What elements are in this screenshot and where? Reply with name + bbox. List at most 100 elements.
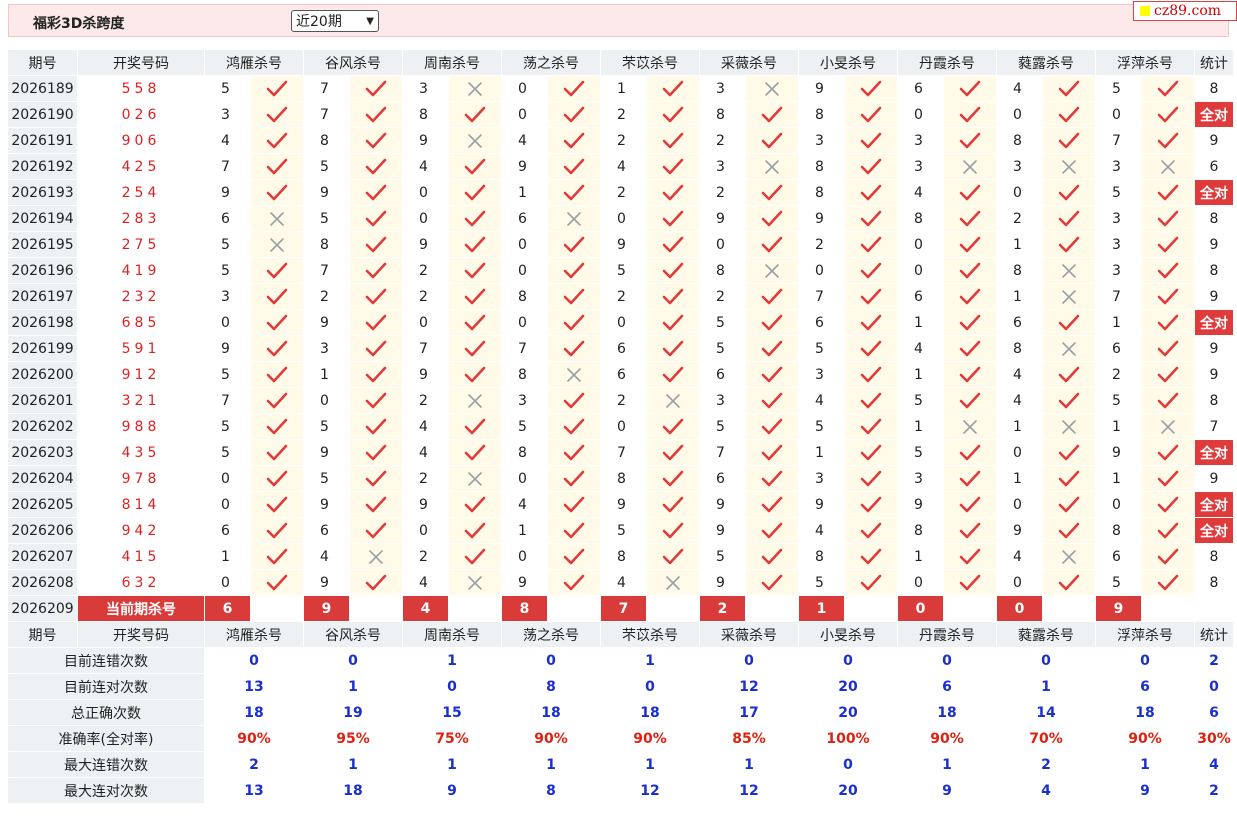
check-icon <box>746 184 798 202</box>
check-icon <box>350 236 402 254</box>
issue-cell: 2026200 <box>8 362 77 387</box>
summary-stat: 2 <box>1195 648 1233 673</box>
stat-cell: 全对 <box>1195 518 1233 543</box>
summary-stat: 6 <box>1195 700 1233 725</box>
check-icon <box>845 392 897 410</box>
kill-number: 9 <box>700 518 745 543</box>
stat-cell: 9 <box>1195 232 1233 257</box>
result-right <box>350 310 402 335</box>
period-select[interactable]: 近20期 ▼ <box>291 10 379 32</box>
issue-cell: 2026201 <box>8 388 77 413</box>
result-wrong <box>1043 336 1095 361</box>
result-right <box>350 206 402 231</box>
col-header-expert: 芣苡杀号 <box>601 50 699 75</box>
check-icon <box>845 236 897 254</box>
col-header-expert: 采薇杀号 <box>700 50 798 75</box>
issue-cell: 2026190 <box>8 102 77 127</box>
check-icon <box>746 574 798 592</box>
check-icon <box>251 340 303 358</box>
kill-number: 3 <box>700 388 745 413</box>
summary-row: 最大连对次数 13 18 9 8 12 12 20 9 4 9 2 <box>8 778 1233 803</box>
kill-number: 6 <box>1096 544 1141 569</box>
issue-cell: 2026196 <box>8 258 77 283</box>
kill-number: 4 <box>502 128 547 153</box>
summary-value: 12 <box>601 778 699 803</box>
current-kill-number: 4 <box>403 596 448 621</box>
kill-number: 9 <box>304 492 349 517</box>
result-right <box>647 466 699 491</box>
logo-square-icon <box>1140 6 1150 16</box>
check-icon <box>449 236 501 254</box>
kill-number: 0 <box>700 232 745 257</box>
table-row: 2026199 591 9 3 7 7 6 5 5 4 8 6 9 <box>8 336 1233 361</box>
check-icon <box>548 236 600 254</box>
result-right <box>449 544 501 569</box>
result-right <box>647 128 699 153</box>
result-wrong <box>251 206 303 231</box>
kill-number: 6 <box>997 310 1042 335</box>
issue-cell: 2026194 <box>8 206 77 231</box>
kill-number: 2 <box>700 180 745 205</box>
kill-number: 7 <box>799 284 844 309</box>
kill-number: 9 <box>304 570 349 595</box>
check-icon <box>449 418 501 436</box>
kill-number: 8 <box>799 180 844 205</box>
result-wrong <box>1142 414 1194 439</box>
kill-number: 7 <box>205 154 250 179</box>
result-right <box>1043 518 1095 543</box>
result-right <box>1142 76 1194 101</box>
kill-number: 6 <box>700 362 745 387</box>
summary-value: 2 <box>997 752 1095 777</box>
check-icon <box>1142 314 1194 332</box>
check-icon <box>449 314 501 332</box>
kill-number: 7 <box>304 258 349 283</box>
kill-number: 0 <box>997 570 1042 595</box>
summary-value: 9 <box>1096 778 1194 803</box>
result-right <box>251 388 303 413</box>
current-kill-blank <box>1142 596 1194 621</box>
result-wrong <box>350 544 402 569</box>
kill-number: 4 <box>799 388 844 413</box>
kill-number: 3 <box>898 466 943 491</box>
result-right <box>845 284 897 309</box>
check-icon <box>845 314 897 332</box>
col-header-expert: 蕤露杀号 <box>997 622 1095 647</box>
result-right <box>1142 336 1194 361</box>
summary-value: 14 <box>997 700 1095 725</box>
cross-icon <box>449 132 501 150</box>
draw-numbers: 685 <box>78 310 204 335</box>
summary-value: 12 <box>700 674 798 699</box>
table-row: 2026197 232 3 2 2 8 2 2 7 6 1 7 9 <box>8 284 1233 309</box>
result-right <box>350 336 402 361</box>
result-right <box>350 284 402 309</box>
kill-number: 3 <box>1096 258 1141 283</box>
kill-number: 9 <box>799 206 844 231</box>
site-logo[interactable]: cz89.com <box>1133 1 1237 21</box>
result-wrong <box>746 258 798 283</box>
kill-number: 0 <box>799 258 844 283</box>
summary-value: 20 <box>799 700 897 725</box>
kill-number: 9 <box>502 154 547 179</box>
kill-number: 1 <box>502 518 547 543</box>
kill-number: 4 <box>502 492 547 517</box>
kill-number: 8 <box>997 336 1042 361</box>
kill-number: 8 <box>601 544 646 569</box>
kill-number: 3 <box>700 154 745 179</box>
result-right <box>944 180 996 205</box>
result-right <box>350 76 402 101</box>
kill-number: 1 <box>205 544 250 569</box>
kill-number: 3 <box>898 154 943 179</box>
summary-value: 18 <box>304 778 402 803</box>
col-header-expert: 周南杀号 <box>403 50 501 75</box>
result-right <box>251 258 303 283</box>
kill-number: 5 <box>205 258 250 283</box>
kill-number: 7 <box>205 388 250 413</box>
result-wrong <box>1043 154 1095 179</box>
current-issue-row: 2026209 当前期杀号 6 9 4 8 7 2 1 0 0 9 <box>8 596 1233 621</box>
summary-label: 总正确次数 <box>8 700 204 725</box>
check-icon <box>449 496 501 514</box>
result-right <box>845 128 897 153</box>
kill-number: 5 <box>1096 180 1141 205</box>
draw-numbers: 415 <box>78 544 204 569</box>
check-icon <box>251 418 303 436</box>
